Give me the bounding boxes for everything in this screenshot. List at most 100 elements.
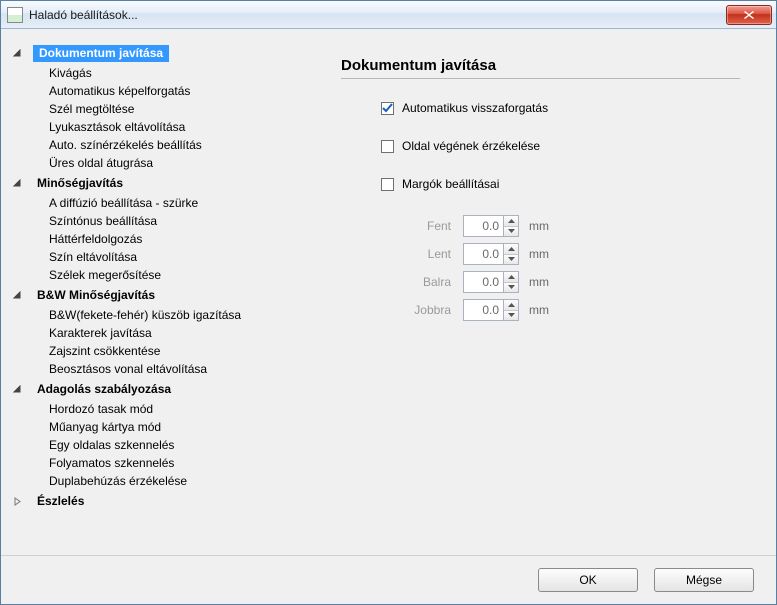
- chevron-right-icon[interactable]: [11, 495, 23, 507]
- options-list: Automatikus visszaforgatás Oldal végének …: [341, 101, 740, 191]
- tree-item[interactable]: Duplabehúzás érzékelése: [45, 472, 317, 490]
- option-label: Oldal végének érzékelése: [402, 139, 540, 153]
- tree-item[interactable]: Kivágás: [45, 64, 317, 82]
- margin-spinner: [463, 215, 519, 237]
- close-icon: [744, 11, 754, 19]
- cancel-button[interactable]: Mégse: [654, 568, 754, 592]
- spin-buttons: [503, 215, 519, 237]
- spin-down-button[interactable]: [504, 311, 518, 321]
- tree-item[interactable]: Egy oldalas szkennelés: [45, 436, 317, 454]
- spin-up-button[interactable]: [504, 272, 518, 283]
- margins-group: Fent mm Lent mm Balra mm Jobbra mm: [401, 215, 740, 321]
- margin-label: Balra: [401, 275, 451, 289]
- window-title: Haladó beállítások...: [29, 8, 726, 22]
- checkbox[interactable]: [381, 140, 394, 153]
- tree-item[interactable]: Auto. színérzékelés beállítás: [45, 136, 317, 154]
- tree-item[interactable]: Lyukasztások eltávolítása: [45, 118, 317, 136]
- tree-header-row[interactable]: Dokumentum javítása: [11, 45, 317, 62]
- tree-header[interactable]: Dokumentum javítása: [33, 45, 169, 62]
- option-row: Margók beállításai: [381, 177, 740, 191]
- tree-items: KivágásAutomatikus képelforgatásSzél meg…: [45, 64, 317, 172]
- tree-item[interactable]: Folyamatos szkennelés: [45, 454, 317, 472]
- tree-item[interactable]: Karakterek javítása: [45, 324, 317, 342]
- checkbox[interactable]: [381, 178, 394, 191]
- chevron-down-icon[interactable]: [11, 383, 23, 395]
- dialog-window: Haladó beállítások... Dokumentum javítás…: [0, 0, 777, 605]
- tree-header[interactable]: Észlelés: [33, 492, 88, 510]
- margin-label: Lent: [401, 247, 451, 261]
- content-area: Dokumentum javítása KivágásAutomatikus ké…: [1, 29, 776, 555]
- ok-button[interactable]: OK: [538, 568, 638, 592]
- tree-item[interactable]: Automatikus képelforgatás: [45, 82, 317, 100]
- margin-row: Fent mm: [401, 215, 740, 237]
- margin-label: Jobbra: [401, 303, 451, 317]
- tree-group: B&W Minőségjavítás B&W(fekete-fehér) küsz…: [11, 286, 317, 378]
- tree-item[interactable]: Hordozó tasak mód: [45, 400, 317, 418]
- chevron-down-icon[interactable]: [11, 48, 23, 60]
- margin-row: Jobbra mm: [401, 299, 740, 321]
- tree-group: Észlelés: [11, 492, 317, 510]
- titlebar: Haladó beállítások...: [1, 1, 776, 29]
- option-label: Margók beállításai: [402, 177, 499, 191]
- checkbox[interactable]: [381, 102, 394, 115]
- spin-down-button[interactable]: [504, 283, 518, 293]
- tree-header[interactable]: Adagolás szabályozása: [33, 380, 175, 398]
- tree-group: Dokumentum javítása KivágásAutomatikus ké…: [11, 45, 317, 172]
- tree-group: Adagolás szabályozása Hordozó tasak módMű…: [11, 380, 317, 490]
- spin-down-button[interactable]: [504, 255, 518, 265]
- margin-spinner: [463, 271, 519, 293]
- tree-item[interactable]: B&W(fekete-fehér) küszöb igazítása: [45, 306, 317, 324]
- tree-item[interactable]: Szél megtöltése: [45, 100, 317, 118]
- tree-group: Minőségjavítás A diffúzió beállítása - sz…: [11, 174, 317, 284]
- tree-item[interactable]: Szélek megerősítése: [45, 266, 317, 284]
- tree-item[interactable]: Szín eltávolítása: [45, 248, 317, 266]
- dialog-body: Dokumentum javítása KivágásAutomatikus ké…: [1, 29, 776, 604]
- spin-buttons: [503, 299, 519, 321]
- tree-item[interactable]: Beosztásos vonal eltávolítása: [45, 360, 317, 378]
- tree-header-row[interactable]: Adagolás szabályozása: [11, 380, 317, 398]
- detail-heading: Dokumentum javítása: [341, 57, 740, 74]
- tree-header[interactable]: B&W Minőségjavítás: [33, 286, 159, 304]
- spin-buttons: [503, 243, 519, 265]
- tree-header[interactable]: Minőségjavítás: [33, 174, 127, 192]
- tree-items: A diffúzió beállítása - szürkeSzíntónus …: [45, 194, 317, 284]
- tree-item[interactable]: Háttérfeldolgozás: [45, 230, 317, 248]
- margin-unit: mm: [529, 247, 549, 261]
- margin-row: Balra mm: [401, 271, 740, 293]
- tree-item[interactable]: Üres oldal átugrása: [45, 154, 317, 172]
- tree-items: Hordozó tasak módMűanyag kártya módEgy o…: [45, 400, 317, 490]
- margin-input[interactable]: [463, 271, 503, 293]
- margin-input[interactable]: [463, 215, 503, 237]
- spin-up-button[interactable]: [504, 244, 518, 255]
- tree-item[interactable]: Zajszint csökkentése: [45, 342, 317, 360]
- option-row: Automatikus visszaforgatás: [381, 101, 740, 115]
- spin-up-button[interactable]: [504, 216, 518, 227]
- margin-label: Fent: [401, 219, 451, 233]
- margin-unit: mm: [529, 275, 549, 289]
- tree-item[interactable]: Színtónus beállítása: [45, 212, 317, 230]
- tree-header-row[interactable]: B&W Minőségjavítás: [11, 286, 317, 304]
- tree-item[interactable]: Műanyag kártya mód: [45, 418, 317, 436]
- spin-buttons: [503, 271, 519, 293]
- navigation-tree: Dokumentum javítása KivágásAutomatikus ké…: [5, 33, 325, 551]
- option-row: Oldal végének érzékelése: [381, 139, 740, 153]
- margin-input[interactable]: [463, 243, 503, 265]
- detail-panel: Dokumentum javítása Automatikus visszafo…: [325, 33, 772, 551]
- dialog-footer: OK Mégse: [1, 555, 776, 604]
- spin-up-button[interactable]: [504, 300, 518, 311]
- option-label: Automatikus visszaforgatás: [402, 101, 548, 115]
- margin-input[interactable]: [463, 299, 503, 321]
- margin-unit: mm: [529, 219, 549, 233]
- tree-header-row[interactable]: Észlelés: [11, 492, 317, 510]
- tree-items: B&W(fekete-fehér) küszöb igazításaKarakt…: [45, 306, 317, 378]
- spin-down-button[interactable]: [504, 227, 518, 237]
- margin-spinner: [463, 299, 519, 321]
- chevron-down-icon[interactable]: [11, 177, 23, 189]
- tree-item[interactable]: A diffúzió beállítása - szürke: [45, 194, 317, 212]
- detail-divider: [341, 78, 740, 79]
- close-button[interactable]: [726, 5, 772, 25]
- margin-row: Lent mm: [401, 243, 740, 265]
- margin-unit: mm: [529, 303, 549, 317]
- tree-header-row[interactable]: Minőségjavítás: [11, 174, 317, 192]
- chevron-down-icon[interactable]: [11, 289, 23, 301]
